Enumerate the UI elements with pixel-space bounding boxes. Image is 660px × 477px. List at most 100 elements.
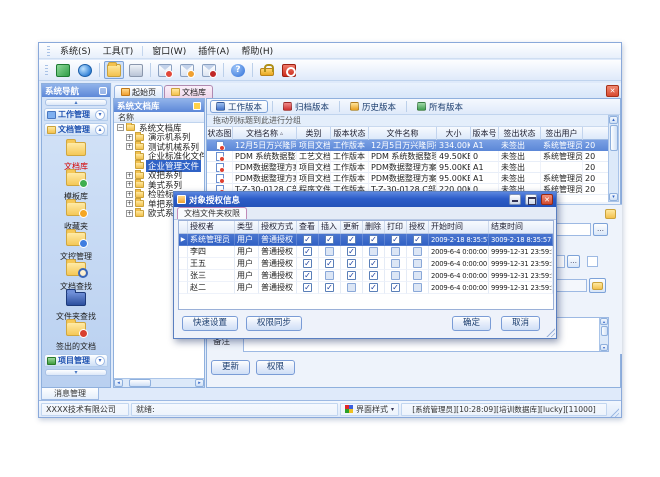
- column-header-0[interactable]: 状态图: [207, 127, 233, 140]
- column-header-7[interactable]: 签出状态: [499, 127, 541, 140]
- expand-icon[interactable]: +: [126, 134, 133, 141]
- dialog-column-header-8[interactable]: 授权: [407, 221, 429, 233]
- permission-row-3[interactable]: 张三用户普通授权2009-6-4 0:00:009999-12-31 23:59…: [179, 270, 553, 282]
- panel-expander-icon[interactable]: [605, 209, 616, 219]
- tab-message-management[interactable]: 消息管理: [41, 388, 99, 400]
- scroll-up-icon[interactable]: [600, 318, 608, 325]
- checkbox-grant[interactable]: [413, 271, 422, 280]
- drag-handle[interactable]: [47, 46, 50, 56]
- sidebar-item-doc-control[interactable]: 文控管理: [42, 230, 110, 260]
- dialog-titlebar[interactable]: 对象授权信息: [174, 192, 556, 207]
- lock-button[interactable]: [257, 61, 277, 79]
- maximize-button[interactable]: [525, 194, 537, 205]
- power-button[interactable]: [279, 61, 299, 79]
- dialog-column-header-7[interactable]: 打印: [385, 221, 407, 233]
- quick-setup-button[interactable]: 快速设置: [182, 316, 238, 331]
- dialog-column-header-6[interactable]: 删除: [363, 221, 385, 233]
- expand-icon[interactable]: +: [126, 143, 133, 150]
- checkbox-view[interactable]: [303, 271, 312, 280]
- checkbox-grant[interactable]: [413, 235, 422, 244]
- scroll-left-icon[interactable]: [114, 379, 123, 387]
- permission-button[interactable]: 权限: [256, 360, 295, 375]
- globe-button[interactable]: [75, 61, 95, 79]
- remark-scrollbar[interactable]: [599, 318, 608, 351]
- sidebar-item-doc-search[interactable]: 文档查找: [42, 260, 110, 290]
- sidebar-item-folder-search[interactable]: 文件夹查找: [42, 290, 110, 320]
- table-row-3[interactable]: PDM数据整理方案2.doc项目文档工作版本PDM数据整理方案2.doc95.0…: [207, 173, 610, 184]
- dialog-column-header-1[interactable]: 类型: [235, 221, 259, 233]
- nav-scroll-up-button[interactable]: [45, 99, 107, 106]
- drag-handle[interactable]: [45, 65, 48, 75]
- checkbox-print[interactable]: [391, 247, 400, 256]
- tab-folder-permissions[interactable]: 文档文件夹权限: [177, 207, 247, 219]
- checkbox-delete[interactable]: [369, 235, 378, 244]
- checkbox-update[interactable]: [347, 271, 356, 280]
- tree-column-header[interactable]: 名称: [114, 112, 204, 123]
- mail-new-button[interactable]: [155, 61, 175, 79]
- scroll-right-icon[interactable]: [195, 379, 204, 387]
- panel-menu-icon[interactable]: [99, 87, 107, 95]
- permission-sync-button[interactable]: 权限同步: [246, 316, 302, 331]
- browse-button-1[interactable]: …: [593, 223, 608, 236]
- checkbox-insert[interactable]: [325, 247, 334, 256]
- mail-delete-button[interactable]: [199, 61, 219, 79]
- nav-section-doc-mgmt[interactable]: 文档管理: [44, 123, 108, 136]
- pin-icon[interactable]: [193, 102, 201, 110]
- sidebar-item-checked-out-docs[interactable]: 签出的文档: [42, 320, 110, 350]
- checkbox-update[interactable]: [347, 235, 356, 244]
- sidebar-item-favorites[interactable]: 收藏夹: [42, 200, 110, 230]
- dialog-column-header-10[interactable]: 结束时间: [489, 221, 553, 233]
- scrollbar-thumb[interactable]: [601, 326, 608, 336]
- permission-row-1[interactable]: 李四用户普通授权2009-6-4 0:00:009999-12-31 23:59…: [179, 246, 553, 258]
- window-resize-grip[interactable]: [609, 407, 619, 417]
- dialog-column-header-9[interactable]: 开始时间: [429, 221, 489, 233]
- browse-button-2[interactable]: …: [567, 255, 580, 268]
- scrollbar-thumb[interactable]: [129, 379, 151, 387]
- checkbox-view[interactable]: [303, 235, 312, 244]
- folder-open-button[interactable]: [104, 61, 124, 79]
- chevron-down-icon[interactable]: [95, 356, 105, 366]
- checkbox-print[interactable]: [391, 259, 400, 268]
- nav-section-project-mgmt[interactable]: 项目管理: [44, 354, 108, 367]
- tab-archive-versions[interactable]: 归档版本: [277, 100, 335, 113]
- table-row-1[interactable]: PDM 系统数据整理检…工艺文档工作版本PDM 系统数据整理…49.50KB0未…: [207, 151, 610, 162]
- expand-icon[interactable]: +: [126, 200, 133, 207]
- chevron-up-icon[interactable]: [95, 125, 105, 135]
- main-vertical-scrollbar[interactable]: [608, 115, 619, 202]
- expand-icon[interactable]: +: [126, 191, 133, 198]
- expand-icon[interactable]: +: [126, 172, 133, 179]
- permission-row-2[interactable]: 王五用户普通授权2009-6-4 0:00:009999-12-31 23:59…: [179, 258, 553, 270]
- cancel-button[interactable]: 取消: [501, 316, 540, 331]
- permission-row-0[interactable]: 系统管理员用户普通授权2009-2-18 8:35:573009-2-18 8:…: [179, 234, 553, 246]
- menu-item-4[interactable]: 帮助(H): [235, 43, 279, 58]
- nav-section-work-mgmt[interactable]: 工作管理: [44, 108, 108, 121]
- checkbox-update[interactable]: [347, 247, 356, 256]
- scroll-down-icon[interactable]: [609, 193, 618, 201]
- checkbox-grant[interactable]: [413, 283, 422, 292]
- checkbox-insert[interactable]: [325, 235, 334, 244]
- scrollbar-thumb[interactable]: [610, 125, 618, 151]
- menu-item-3[interactable]: 插件(A): [192, 43, 235, 58]
- menu-item-1[interactable]: 工具(T): [97, 43, 140, 58]
- ok-button[interactable]: 确定: [452, 316, 491, 331]
- checkbox-insert[interactable]: [325, 259, 334, 268]
- permission-row-4[interactable]: 赵二用户普通授权2009-6-4 0:00:009999-12-31 23:59…: [179, 282, 553, 294]
- checkbox-view[interactable]: [303, 283, 312, 292]
- dialog-column-header-4[interactable]: 插入: [319, 221, 341, 233]
- scroll-down-icon[interactable]: [600, 344, 608, 351]
- tab-history-versions[interactable]: 历史版本: [344, 100, 402, 113]
- checkbox-insert[interactable]: [325, 283, 334, 292]
- close-tab-button[interactable]: [606, 85, 619, 97]
- sidebar-item-template-library[interactable]: 模板库: [42, 170, 110, 200]
- column-header-9[interactable]: [583, 127, 610, 140]
- help-button[interactable]: [228, 61, 248, 79]
- ui-style-dropdown[interactable]: 界面样式: [340, 403, 399, 416]
- checkbox-delete[interactable]: [369, 283, 378, 292]
- close-button[interactable]: [541, 194, 553, 205]
- checkbox-delete[interactable]: [369, 271, 378, 280]
- column-header-5[interactable]: 大小: [437, 127, 471, 140]
- column-header-3[interactable]: 版本状态: [331, 127, 369, 140]
- dialog-column-header-0[interactable]: 授权者: [188, 221, 235, 233]
- checkbox-print[interactable]: [391, 271, 400, 280]
- checkbox-update[interactable]: [347, 283, 356, 292]
